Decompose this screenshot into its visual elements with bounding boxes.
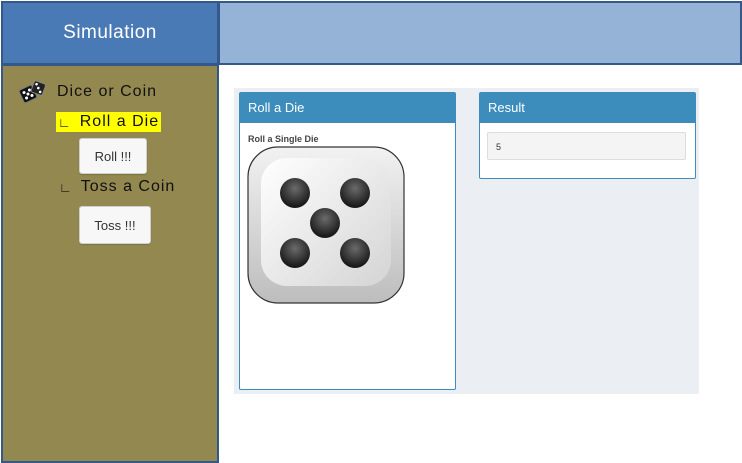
sidebar-item-roll-a-die[interactable]: ∟ Roll a Die bbox=[56, 112, 162, 132]
die-caption: Roll a Single Die bbox=[248, 134, 319, 144]
result-panel-title: Result bbox=[480, 93, 695, 123]
sidebar-item-dice-or-coin[interactable]: Dice or Coin bbox=[19, 80, 157, 104]
corner-glyph: ∟ bbox=[59, 179, 73, 195]
roll-button[interactable]: Roll !!! bbox=[79, 138, 147, 174]
die-face-five-image bbox=[247, 146, 405, 304]
result-panel: Result 5 bbox=[479, 92, 696, 179]
app-title: Simulation bbox=[1, 1, 219, 65]
corner-glyph: ∟ bbox=[58, 114, 72, 130]
result-output: 5 bbox=[487, 132, 686, 160]
header-bar bbox=[218, 1, 742, 65]
dice-icon bbox=[19, 80, 46, 104]
sidebar-item-toss-a-coin[interactable]: ∟ Toss a Coin bbox=[59, 178, 175, 196]
sidebar-item-label: Roll a Die bbox=[79, 113, 160, 130]
sidebar-menu-label: Dice or Coin bbox=[57, 83, 158, 100]
die-panel-title: Roll a Die bbox=[240, 93, 455, 123]
toss-button[interactable]: Toss !!! bbox=[79, 206, 151, 244]
sidebar-item-label: Toss a Coin bbox=[80, 178, 176, 195]
die-panel: Roll a Die Roll a Single Die bbox=[239, 92, 456, 390]
sidebar: Dice or Coin ∟ Roll a Die Roll !!! ∟ Tos… bbox=[1, 64, 219, 463]
